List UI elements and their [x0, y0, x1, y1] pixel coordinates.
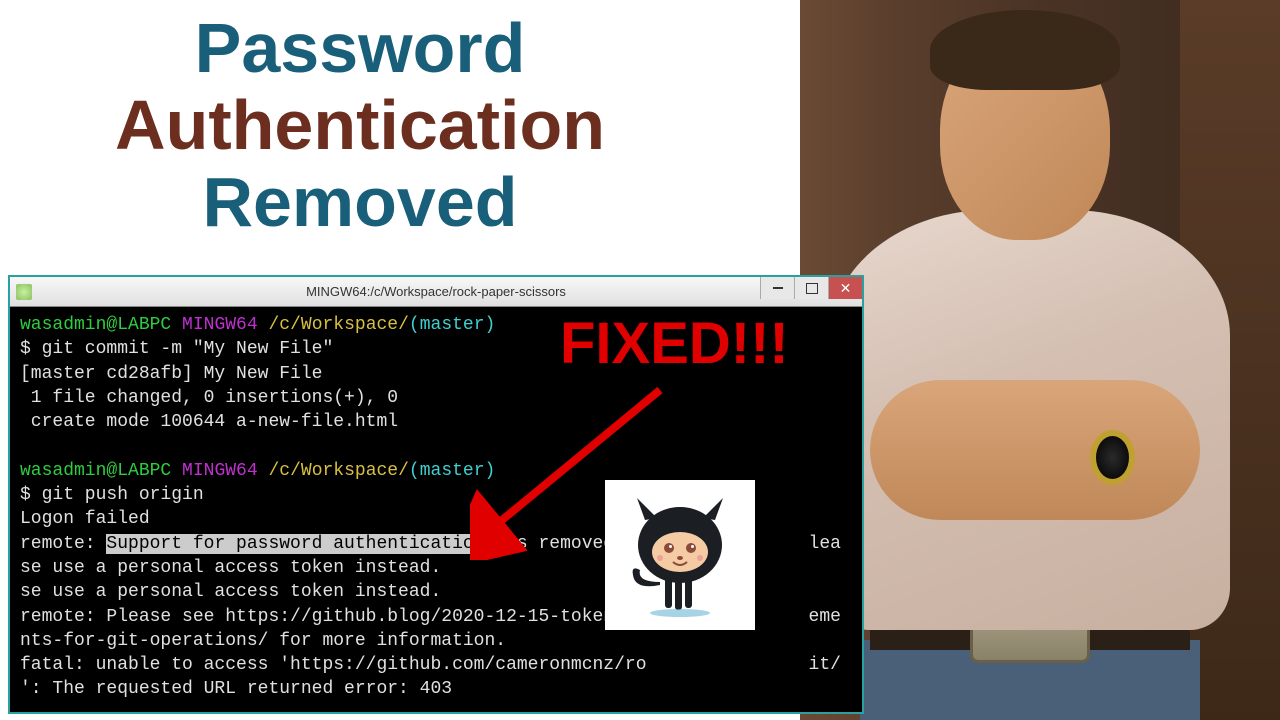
highlighted-error: Support for password authentication: [106, 534, 484, 554]
terminal-output: fatal: unable to access 'https://github.…: [20, 655, 841, 675]
close-button[interactable]: ✕: [828, 277, 862, 299]
prompt-path: /c/Workspace/: [268, 315, 408, 335]
terminal-output: [master cd28afb] My New File: [20, 364, 322, 384]
maximize-button[interactable]: [794, 277, 828, 299]
terminal-output: nts-for-git-operations/ for more informa…: [20, 631, 506, 651]
presenter-photo: [800, 0, 1280, 720]
window-title: MINGW64:/c/Workspace/rock-paper-scissors: [10, 284, 862, 299]
prompt-env: MINGW64: [182, 461, 258, 481]
prompt-user: wasadmin@LABPC: [20, 461, 171, 481]
terminal-output: create mode 100644 a-new-file.html: [20, 412, 398, 432]
window-controls: ✕: [760, 277, 862, 301]
terminal-output: se use a personal access token instead.: [20, 558, 441, 578]
prompt-env: MINGW64: [182, 315, 258, 335]
terminal-output: ': The requested URL returned error: 403: [20, 679, 452, 699]
terminal-command: $ git commit -m "My New File": [20, 339, 333, 359]
fixed-annotation: FIXED!!!: [560, 310, 789, 377]
prompt-user: wasadmin@LABPC: [20, 315, 171, 335]
headline-line-1: Password: [60, 10, 660, 87]
terminal-output: se use a personal access token instead.: [20, 582, 441, 602]
person: [810, 0, 1230, 720]
minimize-button[interactable]: [760, 277, 794, 299]
headline-line-2: Authentication: [60, 87, 660, 164]
headline: Password Authentication Removed: [60, 10, 660, 241]
window-titlebar[interactable]: MINGW64:/c/Workspace/rock-paper-scissors…: [10, 277, 862, 307]
headline-line-3: Removed: [60, 164, 660, 241]
prompt-branch: (master): [409, 315, 495, 335]
prompt-path: /c/Workspace/: [268, 461, 408, 481]
github-octocat-logo: [605, 480, 755, 630]
terminal-command: $ git push origin: [20, 485, 204, 505]
terminal-output: 1 file changed, 0 insertions(+), 0: [20, 388, 398, 408]
terminal-output: Logon failed: [20, 509, 150, 529]
terminal-output: remote:: [20, 534, 106, 554]
prompt-branch: (master): [409, 461, 495, 481]
